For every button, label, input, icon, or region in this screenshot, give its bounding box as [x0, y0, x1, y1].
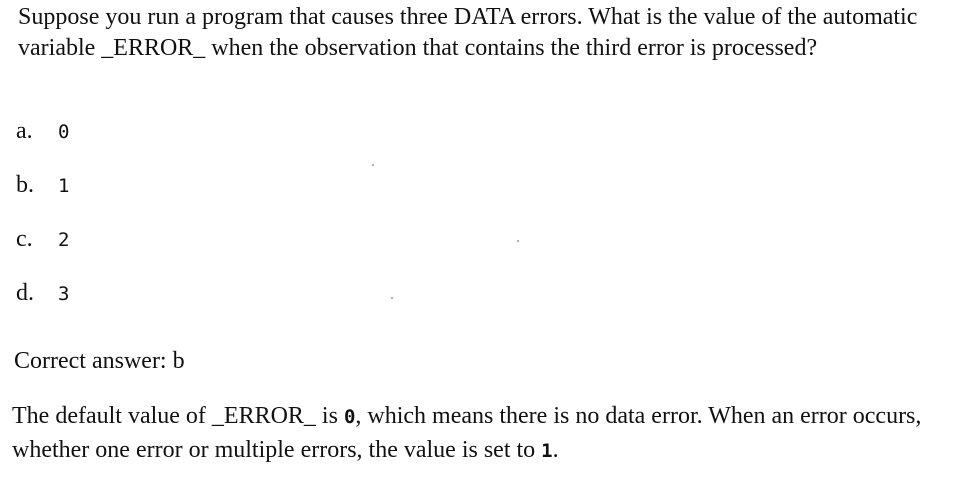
question-text: Suppose you run a program that causes th…: [18, 4, 918, 61]
correct-answer: Correct answer: b: [14, 348, 185, 374]
explanation-code-0: 0: [343, 406, 356, 428]
option-letter: d.: [16, 280, 34, 306]
option-value: 1: [58, 175, 70, 197]
scan-speck: [517, 240, 519, 242]
option-value: 3: [58, 283, 70, 305]
option-letter: c.: [16, 226, 33, 252]
explanation-part-1: The default value of _ERROR_ is: [12, 403, 344, 429]
explanation-part-3: .: [552, 437, 559, 463]
scan-speck: [372, 164, 374, 166]
answer-options: a. 0 b. 1 c. 2 d. 3: [16, 118, 69, 334]
explanation-text: The default value of _ERROR_ is 0, which…: [12, 400, 942, 468]
option-value: 2: [58, 229, 70, 251]
option-letter: a.: [16, 118, 33, 144]
scan-speck: [391, 297, 393, 299]
option-d: d. 3: [16, 280, 69, 334]
question-page: Suppose you run a program that causes th…: [0, 0, 955, 485]
option-a: a. 0: [16, 118, 69, 172]
option-letter: b.: [16, 172, 34, 198]
option-value: 0: [58, 121, 70, 143]
explanation-code-1: 1: [541, 440, 553, 462]
option-c: c. 2: [16, 226, 69, 280]
option-b: b. 1: [16, 172, 69, 226]
